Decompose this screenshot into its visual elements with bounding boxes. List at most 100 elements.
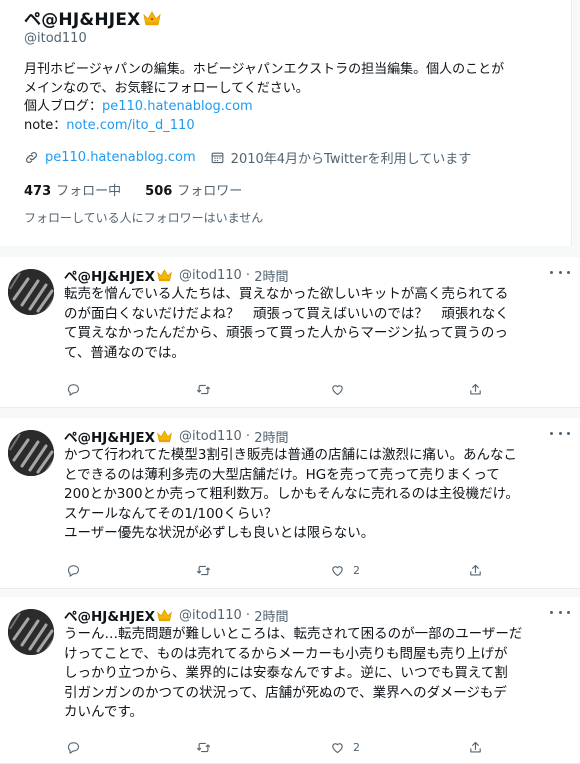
tweet-separator: · (241, 607, 255, 623)
reply-icon (67, 384, 80, 396)
profile-follow-counts: 473 フォロー中 506 フォロワー (24, 180, 242, 199)
tweet-separator: · (241, 428, 255, 444)
like-button[interactable]: 2 (330, 563, 360, 578)
avatar[interactable] (8, 609, 54, 655)
bio-blog-link[interactable]: pe110.hatenablog.com (102, 99, 253, 114)
retweet-icon (197, 742, 210, 753)
tweet-author[interactable]: ペ@HJ&HJEX (64, 265, 155, 285)
avatar-image (8, 430, 54, 476)
tweet-author[interactable]: ペ@HJ&HJEX (64, 605, 155, 625)
profile-header: ペ@HJ&HJEX @itod110 月刊ホビージャパンの編集。ホビージャパンエ… (0, 0, 572, 246)
retweet-button[interactable] (196, 563, 211, 578)
like-icon (332, 743, 343, 754)
share-icon (470, 564, 481, 576)
followers-link[interactable]: 506 フォロワー (145, 184, 242, 199)
bio-note-label: note： (24, 117, 67, 133)
share-icon (470, 741, 481, 753)
more-icon[interactable] (550, 265, 570, 279)
reply-button[interactable] (66, 563, 81, 578)
tweet-header: ペ@HJ&HJEX @itod110 · 2時間 (64, 426, 288, 447)
link-icon (26, 152, 37, 163)
profile-joined: 2010年4月からTwitterを利用しています (210, 148, 472, 167)
share-button[interactable] (468, 563, 483, 578)
tweet-header: ペ@HJ&HJEX @itod110 · 2時間 (64, 265, 288, 286)
tweet-line: かつて行われてた模型3割引き販売は普通の店舗には激烈に痛い。あんなこ (64, 447, 518, 463)
bio-line: メインなので、お気軽にフォローしてください。 (24, 80, 309, 96)
tweet-handle[interactable]: @itod110 (179, 608, 242, 623)
profile-joined-text: 2010年4月からTwitterを利用しています (230, 152, 472, 167)
tweet-time[interactable]: 2時間 (254, 266, 288, 285)
profile-bio: 月刊ホビージャパンの編集。ホビージャパンエクストラの担当編集。個人のことが メイ… (24, 61, 564, 135)
tweet-line: て、普通なのでは。 (64, 344, 185, 361)
tweet-line: けってことで、ものは売れてるからメーカーも小売りも問屋も売り上げが (64, 645, 508, 662)
profile-meta: pe110.hatenablog.com 2010年4月からTwitterを利用… (24, 148, 485, 167)
reply-icon (67, 565, 80, 577)
like-icon (332, 385, 343, 396)
share-button[interactable] (468, 740, 483, 755)
more-icon[interactable] (550, 605, 570, 619)
tweet-time[interactable]: 2時間 (254, 606, 288, 625)
tweet-actions: 2 (66, 563, 526, 581)
followers-label: フォロワー (177, 184, 243, 199)
tweet-line: 引ガンガンのかつての状況って、店舗が死ぬので、業界へのダメージもデ (64, 684, 507, 701)
share-icon (470, 383, 481, 395)
tweet-line: スケールなんてその1/100くらい？ (64, 505, 278, 522)
bio-note-line: note：note.com/ito_d_110 (24, 117, 564, 136)
profile-website-link[interactable]: pe110.hatenablog.com (45, 150, 196, 165)
bio-blog-label: 個人ブログ： (24, 99, 103, 114)
tweet-line: うーん…転売問題が難しいところは、転売されて困るのが一部のユーザーだ (64, 626, 523, 642)
tweet-line: 転売を憎んでいる人たちは、買えなかった欲しいキットが高く売られてる (64, 286, 509, 302)
tweet-line: 200とか300とか売って粗利数万。しかもそんなに売れるのは主役機だけ。 (64, 486, 519, 502)
crown-icon (143, 10, 162, 25)
following-link[interactable]: 473 フォロー中 (24, 184, 121, 199)
profile-website[interactable]: pe110.hatenablog.com (24, 150, 196, 165)
mutual-followers-note: フォローしている人にフォロワーはいません (24, 211, 264, 225)
tweet[interactable]: ペ@HJ&HJEX @itod110 · 2時間 転売を憎んでいる人たちは、買え… (0, 257, 580, 408)
calendar-icon (211, 152, 224, 164)
avatar[interactable] (8, 430, 54, 476)
reply-button[interactable] (66, 382, 81, 397)
tweet-line: ユーザー優先な状況が必ずしも良いとは限らない。 (64, 525, 375, 541)
crown-icon (157, 609, 172, 622)
avatar-image (8, 269, 54, 315)
retweet-button[interactable] (196, 382, 211, 397)
tweet[interactable]: ペ@HJ&HJEX @itod110 · 2時間 かつて行われてた模型3割引き販… (0, 418, 580, 589)
more-icon[interactable] (550, 426, 570, 440)
tweet-text: かつて行われてた模型3割引き販売は普通の店舗には激烈に痛い。あんなこ とできるの… (64, 446, 570, 544)
bio-line: 月刊ホビージャパンの編集。ホビージャパンエクストラの担当編集。個人のことが (24, 62, 505, 77)
tweet-line: カいんです。 (64, 704, 143, 720)
tweet-time[interactable]: 2時間 (254, 427, 288, 446)
tweet-line: とできるのは薄利多売の大型店舗だけ。HGを売って売って売りまくって (64, 466, 500, 483)
crown-icon (157, 430, 172, 443)
tweet-header: ペ@HJ&HJEX @itod110 · 2時間 (64, 605, 288, 626)
reply-button[interactable] (66, 740, 81, 755)
tweet[interactable]: ペ@HJ&HJEX @itod110 · 2時間 うーん…転売問題が難しいところ… (0, 597, 580, 764)
following-count: 473 (24, 184, 52, 199)
like-button[interactable]: 2 (330, 740, 360, 755)
followers-count: 506 (145, 184, 173, 199)
like-button[interactable] (330, 382, 353, 397)
like-count: 2 (353, 564, 360, 577)
retweet-icon (197, 565, 210, 576)
tweet-line: しっかり立つから、業界的には安泰なんですよ。逆に、いつでも買えて割 (64, 665, 508, 681)
tweet-author[interactable]: ペ@HJ&HJEX (64, 426, 155, 446)
retweet-icon (197, 384, 210, 395)
tweet-text: 転売を憎んでいる人たちは、買えなかった欲しいキットが高く売られてる のが面白くな… (64, 285, 570, 363)
reply-icon (67, 742, 80, 754)
bio-note-link[interactable]: note.com/ito_d_110 (66, 118, 194, 133)
tweet-line: て買えなかったんだから、頑張って買った人からマージン払って買うのっ (64, 325, 508, 341)
following-label: フォロー中 (56, 184, 122, 199)
like-count: 2 (353, 741, 360, 754)
tweet-handle[interactable]: @itod110 (179, 268, 242, 283)
share-button[interactable] (468, 382, 483, 397)
retweet-button[interactable] (196, 740, 211, 755)
like-icon (332, 566, 343, 577)
avatar-image (8, 609, 54, 655)
tweet-actions (66, 382, 526, 400)
crown-icon (157, 269, 172, 282)
profile-handle: @itod110 (24, 31, 87, 46)
tweet-separator: · (241, 267, 255, 283)
avatar[interactable] (8, 269, 54, 315)
tweet-handle[interactable]: @itod110 (179, 429, 242, 444)
bio-blog-line: 個人ブログ：pe110.hatenablog.com (24, 98, 564, 117)
